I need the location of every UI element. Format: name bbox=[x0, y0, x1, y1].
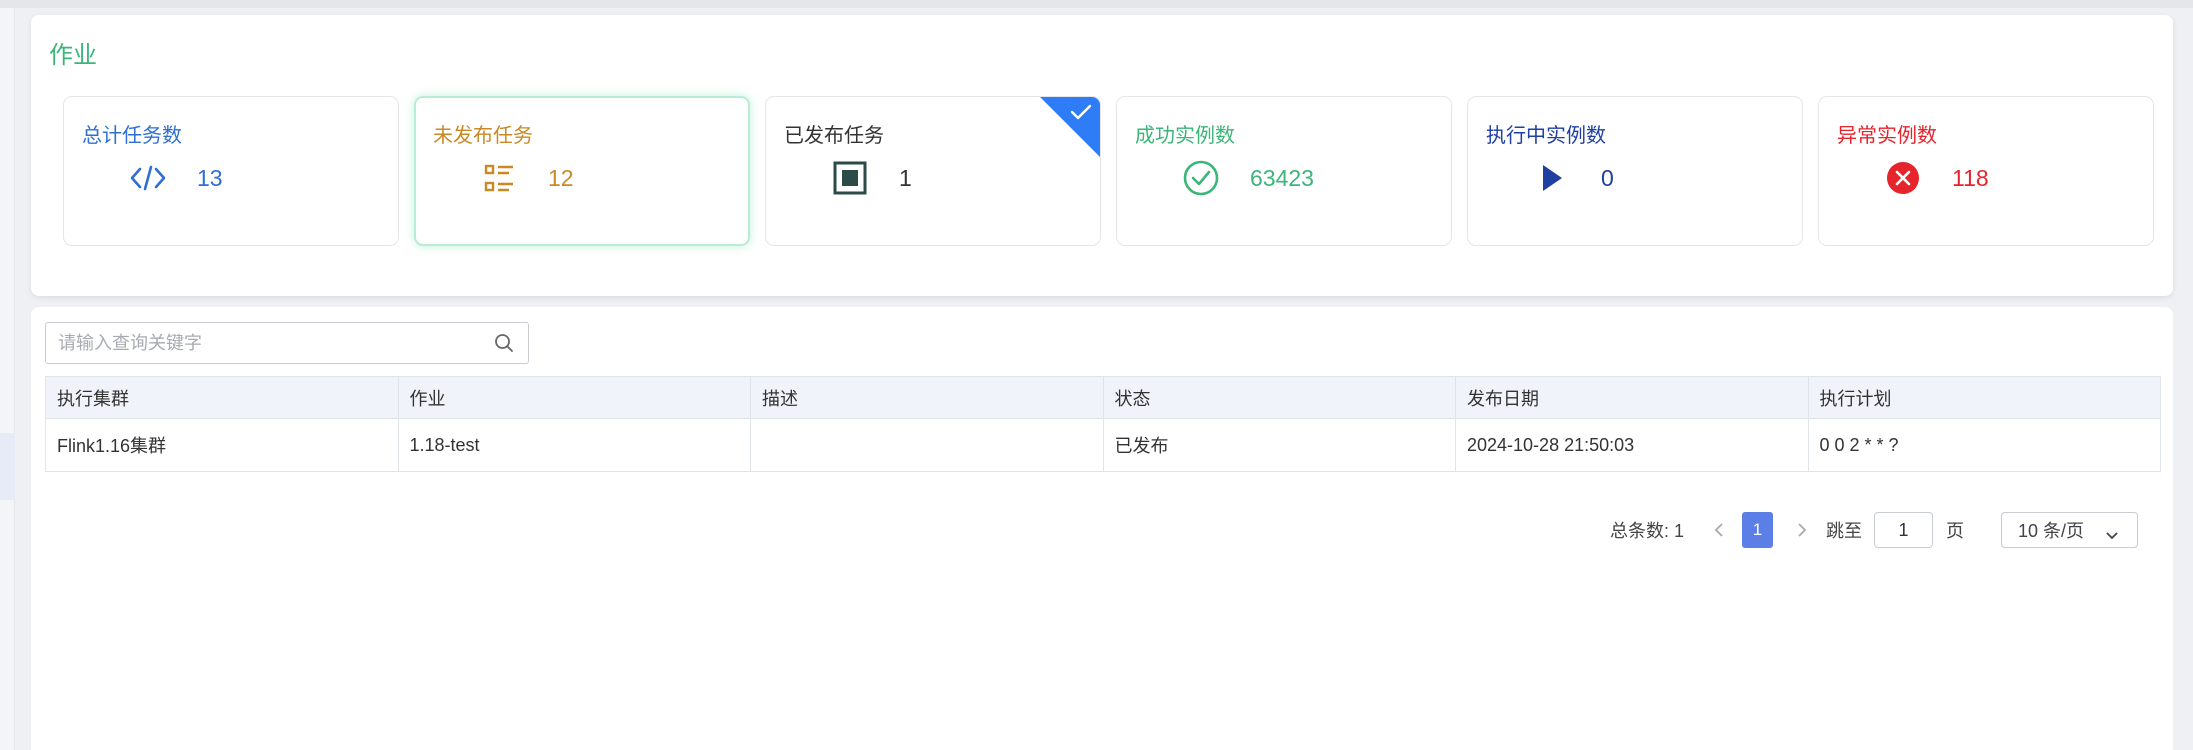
code-icon bbox=[130, 160, 166, 196]
chevron-right-icon[interactable] bbox=[1792, 512, 1812, 548]
left-sidebar-edge bbox=[0, 8, 15, 750]
pagination-page-button[interactable]: 1 bbox=[1742, 512, 1773, 548]
goto-page-input[interactable] bbox=[1875, 513, 1932, 547]
cell-publish-date: 2024-10-28 21:50:03 bbox=[1455, 418, 1809, 472]
page-unit-label: 页 bbox=[1946, 521, 1964, 541]
stat-card-unpublished-tasks[interactable]: 未发布任务 12 bbox=[414, 96, 750, 246]
chevron-down-icon bbox=[2105, 525, 2119, 546]
stat-value: 13 bbox=[197, 165, 223, 191]
cell-job: 1.18-test bbox=[397, 418, 751, 472]
stat-card-running-instances[interactable]: 执行中实例数 0 bbox=[1467, 96, 1803, 246]
top-bar bbox=[0, 0, 2193, 8]
table-header-row: 执行集群 作业 描述 状态 发布日期 执行计划 bbox=[45, 376, 2161, 419]
stat-value: 1 bbox=[899, 165, 912, 191]
list-icon bbox=[481, 160, 517, 196]
cell-description bbox=[750, 418, 1104, 472]
table-row[interactable]: Flink1.16集群 1.18-test 已发布 2024-10-28 21:… bbox=[45, 418, 2161, 472]
stat-card-published-tasks[interactable]: 已发布任务 1 bbox=[765, 96, 1101, 246]
stat-value: 118 bbox=[1952, 165, 1989, 191]
column-header-description[interactable]: 描述 bbox=[750, 376, 1104, 419]
cell-status: 已发布 bbox=[1102, 418, 1456, 472]
column-header-job[interactable]: 作业 bbox=[397, 376, 751, 419]
search-input[interactable] bbox=[46, 323, 486, 363]
column-header-status[interactable]: 状态 bbox=[1102, 376, 1456, 419]
stat-label: 执行中实例数 bbox=[1486, 125, 1606, 147]
check-icon bbox=[1070, 104, 1092, 125]
play-icon bbox=[1534, 160, 1570, 196]
job-summary-card: 作业 总计任务数 13 未发布任务 12 已发布任务 1 成功实例数 63423 bbox=[31, 15, 2173, 296]
cell-schedule: 0 0 2 * * ? bbox=[1807, 418, 2161, 472]
search-box bbox=[45, 322, 529, 364]
pagination-total: 总条数: 1 bbox=[1610, 521, 1685, 541]
column-header-schedule[interactable]: 执行计划 bbox=[1807, 376, 2161, 419]
stat-label: 已发布任务 bbox=[784, 125, 884, 147]
column-header-publish-date[interactable]: 发布日期 bbox=[1455, 376, 1809, 419]
stat-card-success-instances[interactable]: 成功实例数 63423 bbox=[1116, 96, 1452, 246]
stat-value: 0 bbox=[1601, 165, 1614, 191]
chevron-left-icon[interactable] bbox=[1709, 512, 1729, 548]
stat-value: 12 bbox=[548, 165, 574, 191]
check-circle-icon bbox=[1183, 160, 1219, 196]
page-size-select[interactable]: 10 条/页 bbox=[2001, 512, 2138, 548]
stop-square-icon bbox=[832, 160, 868, 196]
close-circle-icon bbox=[1885, 160, 1921, 196]
stat-value: 63423 bbox=[1250, 165, 1314, 191]
search-icon[interactable] bbox=[494, 333, 514, 358]
stat-label: 异常实例数 bbox=[1837, 125, 1937, 147]
stat-label: 未发布任务 bbox=[433, 125, 533, 147]
column-header-cluster[interactable]: 执行集群 bbox=[45, 376, 399, 419]
goto-page-field bbox=[1874, 512, 1933, 548]
sidebar-active-item[interactable] bbox=[0, 433, 15, 500]
section-title: 作业 bbox=[49, 42, 97, 69]
pagination: 总条数: 1 1 跳至 页 10 条/页 bbox=[31, 512, 2173, 548]
stat-card-error-instances[interactable]: 异常实例数 118 bbox=[1818, 96, 2154, 246]
stat-label: 成功实例数 bbox=[1135, 125, 1235, 147]
goto-label: 跳至 bbox=[1826, 521, 1862, 541]
stat-label: 总计任务数 bbox=[82, 125, 182, 147]
job-list-panel: 执行集群 作业 描述 状态 发布日期 执行计划 Flink1.16集群 1.18… bbox=[31, 307, 2173, 750]
page-size-value: 10 条/页 bbox=[2018, 521, 2085, 541]
job-table: 执行集群 作业 描述 状态 发布日期 执行计划 Flink1.16集群 1.18… bbox=[45, 376, 2161, 472]
cell-cluster: Flink1.16集群 bbox=[45, 418, 399, 472]
stat-card-total-tasks[interactable]: 总计任务数 13 bbox=[63, 96, 399, 246]
